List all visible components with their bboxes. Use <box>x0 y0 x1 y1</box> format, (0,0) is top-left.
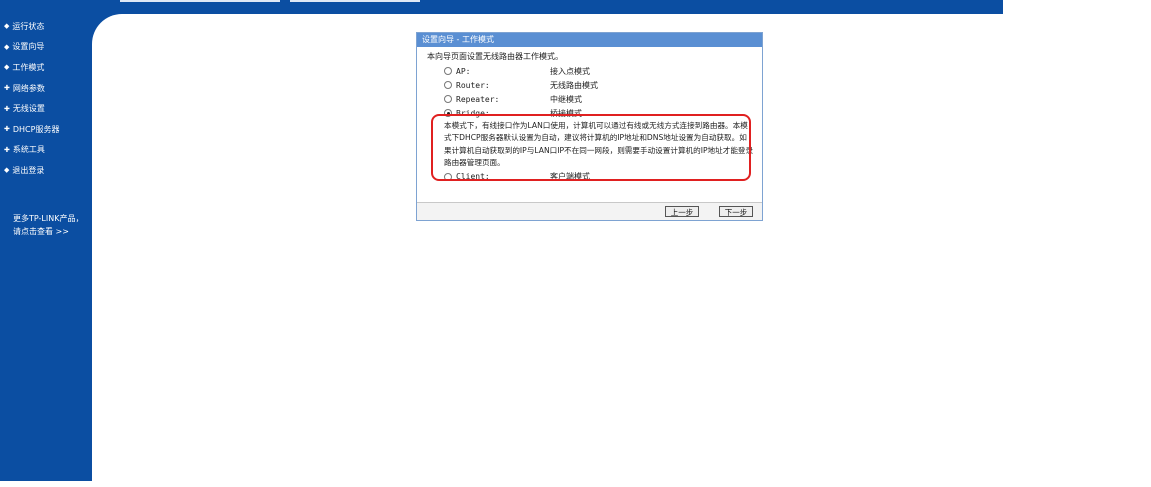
red-highlight-box <box>431 114 751 181</box>
diamond-bullet-icon: ◆ <box>4 42 10 51</box>
next-button[interactable]: 下一步 <box>719 206 753 217</box>
sidebar-item-status[interactable]: ◆ 运行状态 <box>0 16 92 37</box>
diamond-bullet-icon: ◆ <box>4 22 10 31</box>
sidebar-corner <box>92 14 152 74</box>
sidebar-item-label: DHCP服务器 <box>12 124 60 134</box>
mode-name: Router: <box>456 80 490 90</box>
plus-icon: ✚ <box>4 84 10 93</box>
radio-button[interactable] <box>444 81 452 89</box>
sidebar-nav: ◆ 运行状态 ◆ 设置向导 ◆ 工作模式 ✚ 网络参数 ✚ 无线设置 ✚ DHCP服务器 ✚… <box>0 16 92 181</box>
more-products-link[interactable]: 更多TP-LINK产品， 请点击查看 >> <box>13 212 83 238</box>
sidebar-item-wizard[interactable]: ◆ 设置向导 <box>0 37 92 58</box>
radio-button[interactable] <box>444 95 452 103</box>
mode-option-ap[interactable]: AP: 接入点模式 <box>427 64 754 78</box>
sidebar-item-label: 系统工具 <box>12 145 45 155</box>
plus-icon: ✚ <box>4 145 10 154</box>
mode-name: AP: <box>456 66 471 76</box>
wizard-intro: 本向导页面设置无线路由器工作模式。 <box>427 52 563 61</box>
banner-stripe <box>290 0 420 2</box>
previous-button[interactable]: 上一步 <box>665 206 699 217</box>
mode-description: 接入点模式 <box>550 66 590 76</box>
sidebar-item-label: 退出登录 <box>12 165 45 175</box>
mode-description: 无线路由模式 <box>550 80 598 90</box>
sidebar-item-dhcp[interactable]: ✚ DHCP服务器 <box>0 119 92 140</box>
sidebar-item-label: 网络参数 <box>12 83 45 93</box>
more-products-line1: 更多TP-LINK产品， <box>13 214 84 223</box>
sidebar-item-wireless[interactable]: ✚ 无线设置 <box>0 98 92 119</box>
sidebar-item-system-tools[interactable]: ✚ 系统工具 <box>0 140 92 161</box>
plus-icon: ✚ <box>4 104 10 113</box>
sidebar-item-label: 设置向导 <box>12 42 45 52</box>
mode-option-router[interactable]: Router: 无线路由模式 <box>427 78 754 92</box>
sidebar-item-label: 无线设置 <box>12 104 45 114</box>
top-banner <box>0 0 1003 14</box>
sidebar-item-network[interactable]: ✚ 网络参数 <box>0 78 92 99</box>
mode-description: 中继模式 <box>550 94 582 104</box>
diamond-bullet-icon: ◆ <box>4 63 10 72</box>
mode-option-repeater[interactable]: Repeater: 中继模式 <box>427 92 754 106</box>
diamond-bullet-icon: ◆ <box>4 166 10 175</box>
more-products-line2: 请点击查看 >> <box>13 227 69 236</box>
panel-footer: 上一步 下一步 <box>417 202 762 220</box>
sidebar-item-label: 运行状态 <box>12 21 45 31</box>
panel-title: 设置向导 - 工作模式 <box>417 33 762 47</box>
banner-stripe <box>120 0 280 2</box>
sidebar-item-logout[interactable]: ◆ 退出登录 <box>0 160 92 181</box>
sidebar-item-label: 工作模式 <box>12 62 45 72</box>
radio-button[interactable] <box>444 67 452 75</box>
plus-icon: ✚ <box>4 125 10 134</box>
mode-name: Repeater: <box>456 94 500 104</box>
sidebar-item-work-mode[interactable]: ◆ 工作模式 <box>0 57 92 78</box>
